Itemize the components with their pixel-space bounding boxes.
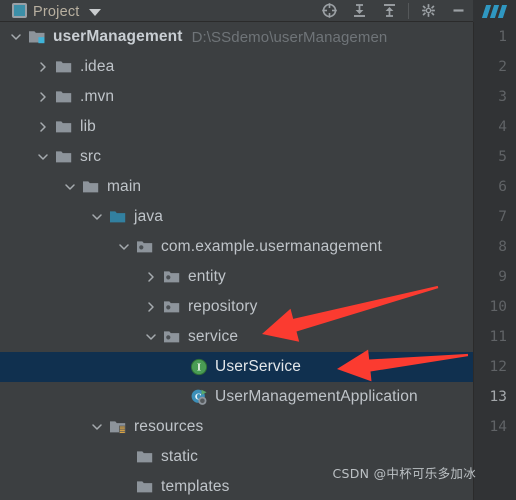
spring-boot-run-class-icon: C [190, 388, 208, 406]
source-root-icon [109, 208, 127, 226]
tree-row-label: userManagement [53, 28, 183, 45]
module-folder-icon [28, 28, 46, 46]
tree-row-label: entity [188, 268, 226, 285]
collapse-all-icon[interactable] [344, 0, 374, 22]
gutter-line-number: 7 [498, 209, 507, 225]
gutter-line-number: 9 [498, 269, 507, 285]
gutter-line-number: 10 [489, 299, 507, 315]
tree-row-src[interactable]: src [0, 142, 473, 172]
gutter-line-number: 6 [498, 179, 507, 195]
tree-row-label: main [107, 178, 142, 195]
folder-icon [136, 478, 154, 496]
svg-text:I: I [197, 364, 201, 374]
tree-row-label: com.example.usermanagement [161, 238, 383, 255]
gutter-line-number: 1 [498, 29, 507, 45]
tree-row-resources[interactable]: resources [0, 412, 473, 442]
folder-icon [55, 58, 73, 76]
tree-row-service[interactable]: service [0, 322, 473, 352]
gutter-line-number: 3 [498, 89, 507, 105]
package-icon [163, 298, 181, 316]
tree-row-com-example-usermanagement[interactable]: com.example.usermanagement [0, 232, 473, 262]
chevron-down-icon[interactable] [35, 142, 51, 172]
chevron-down-icon[interactable] [88, 9, 101, 16]
chevron-down-icon[interactable] [116, 232, 132, 262]
settings-gear-icon[interactable] [413, 0, 443, 22]
tree-row-label: static [161, 448, 199, 465]
tool-window-header: Project [0, 0, 473, 22]
gutter-line-number: 4 [498, 119, 507, 135]
chevron-down-icon[interactable] [8, 22, 24, 52]
project-tool-window-title[interactable]: Project [12, 3, 80, 20]
tree-row-lib[interactable]: lib [0, 112, 473, 142]
chevron-right-icon[interactable] [143, 292, 159, 322]
project-path-label: D:\SSdemo\userManagemen [191, 28, 388, 46]
tree-row-label: UserService [215, 358, 302, 375]
tree-row-label: service [188, 328, 239, 345]
chevron-down-icon[interactable] [89, 412, 105, 442]
chevron-down-icon[interactable] [143, 322, 159, 352]
gutter-line-number: 14 [489, 419, 507, 435]
folder-icon [136, 448, 154, 466]
gutter-line-number: 12 [489, 359, 507, 375]
resources-root-icon [109, 418, 127, 436]
tree-row--idea[interactable]: .idea [0, 52, 473, 82]
tree-row-java[interactable]: java [0, 202, 473, 232]
package-icon [136, 238, 154, 256]
tree-toggle-spacer [116, 442, 132, 472]
tree-row-label: templates [161, 478, 230, 495]
ide-project-tool-window: Project userManagement D:\SSdemo\userMan… [0, 0, 516, 500]
tree-row-label: lib [80, 118, 96, 135]
package-icon [163, 328, 181, 346]
editor-bar-3 [497, 4, 508, 18]
tree-row-label: java [134, 208, 164, 225]
java-interface-icon: I [190, 358, 208, 376]
tree-row-label: src [80, 148, 102, 165]
project-file-tree[interactable]: userManagement D:\SSdemo\userManagemen .id… [0, 22, 473, 500]
toolbar-actions [314, 0, 473, 22]
editor-gutter: 1 2 3 4 5 6 7 8 9 10 11 12 13 14 [473, 0, 516, 500]
tree-row-label: .mvn [80, 88, 115, 105]
gutter-line-number: 8 [498, 239, 507, 255]
gutter-line-number: 13 [489, 389, 507, 405]
locate-icon[interactable] [314, 0, 344, 22]
editor-tab-indicator[interactable] [473, 0, 516, 22]
folder-icon [55, 88, 73, 106]
chevron-right-icon[interactable] [35, 52, 51, 82]
tree-toggle-spacer [116, 472, 132, 500]
gutter-line-numbers: 1 2 3 4 5 6 7 8 9 10 11 12 13 14 [474, 22, 516, 442]
chevron-right-icon[interactable] [35, 112, 51, 142]
tree-row-usermanagement[interactable]: userManagement D:\SSdemo\userManagemen [0, 22, 473, 52]
hide-panel-icon[interactable] [443, 0, 473, 22]
folder-icon [55, 148, 73, 166]
tree-row-main[interactable]: main [0, 172, 473, 202]
tree-row-label: .idea [80, 58, 115, 75]
chevron-down-icon[interactable] [62, 172, 78, 202]
gutter-line-number: 5 [498, 149, 507, 165]
tree-row-repository[interactable]: repository [0, 292, 473, 322]
project-panel-icon [12, 3, 27, 18]
tree-row-label: resources [134, 418, 204, 435]
chevron-right-icon[interactable] [35, 82, 51, 112]
folder-icon [55, 118, 73, 136]
tree-row--mvn[interactable]: .mvn [0, 82, 473, 112]
tool-window-title-label: Project [33, 3, 80, 20]
tree-row-userservice[interactable]: I UserService [0, 352, 473, 382]
tree-toggle-spacer [170, 382, 186, 412]
package-icon [163, 268, 181, 286]
gutter-line-number: 2 [498, 59, 507, 75]
chevron-right-icon[interactable] [143, 262, 159, 292]
chevron-down-icon[interactable] [89, 202, 105, 232]
tree-row-label: repository [188, 298, 258, 315]
gutter-line-number: 11 [489, 329, 507, 345]
tree-row-entity[interactable]: entity [0, 262, 473, 292]
tree-toggle-spacer [170, 352, 186, 382]
csdn-watermark: CSDN @中杯可乐多加冰 [332, 466, 476, 481]
tree-row-label: UserManagementApplication [215, 388, 418, 405]
folder-icon [82, 178, 100, 196]
expand-all-icon[interactable] [374, 0, 404, 22]
tree-row-usermanagementapplication[interactable]: C UserManagementApplication [0, 382, 473, 412]
toolbar-separator [408, 2, 409, 19]
